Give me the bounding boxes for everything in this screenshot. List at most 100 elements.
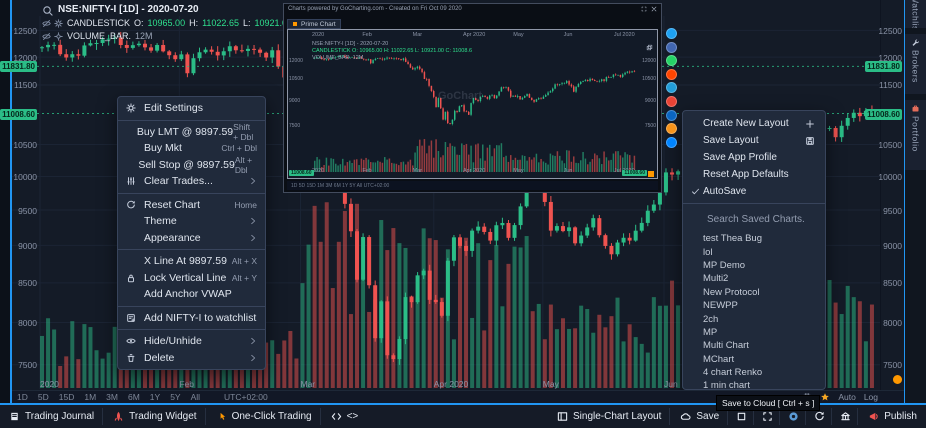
menu-item-hide-unhide[interactable]: Hide/Unhide (118, 333, 265, 350)
saved-chart-item[interactable]: test Thea Bug (683, 232, 825, 245)
menu-item-label: Delete (144, 352, 249, 364)
visibility-off-icon[interactable] (42, 32, 51, 41)
price-tick-label: 9500 (883, 206, 902, 216)
saved-chart-item[interactable]: MChart (683, 353, 825, 366)
layout-item-label: Save Layout (703, 135, 805, 146)
bottom-single-chart-layout-button[interactable]: Single-Chart Layout (549, 408, 670, 425)
layout-menu-item-reset-app-defaults[interactable]: Reset App Defaults (683, 166, 825, 183)
star-icon[interactable] (820, 392, 830, 402)
bottom-toolbar-left: Trading Journal Trading WidgetOne-Click T… (0, 405, 367, 428)
ohlc-h-value: 11022.65 (202, 17, 239, 29)
menu-item-lock-vertical-line[interactable]: Lock Vertical LineAlt + Y (118, 270, 265, 287)
menu-item-delete[interactable]: Delete (118, 350, 265, 367)
menu-item-reset-chart[interactable]: Reset ChartHome (118, 197, 265, 214)
preview-price-tick: 7500 (645, 123, 656, 129)
price-axis-right[interactable]: 1250012000115001050010000950090008500800… (881, 0, 904, 390)
bottom-trading-widget-button[interactable]: Trading Widget (105, 408, 205, 425)
saved-charts-search-input[interactable] (705, 213, 815, 226)
share-messenger-icon[interactable] (666, 137, 677, 148)
timeframe-button-1d[interactable]: 1D (12, 392, 33, 402)
bottom--button[interactable]: <> (323, 408, 367, 425)
layout-menu-item-autosave[interactable]: AutoSave (683, 183, 825, 200)
preview-legend: NSE:NIFTY-I [1D] - 2020-07-20 CANDLESTIC… (312, 41, 472, 62)
layout-item-action-icon (805, 136, 815, 146)
time-tick-label: 2020 (40, 379, 59, 389)
share-mail-icon[interactable] (666, 96, 677, 107)
layout-menu-item-create-new-layout[interactable]: Create New Layout (683, 115, 825, 132)
menu-item-add-nifty-i-to-watchlist[interactable]: Add NIFTY-I to watchlist (118, 310, 265, 327)
price-tick-label: 12500 (878, 26, 902, 36)
side-tab-brokers[interactable]: Brokers (905, 34, 926, 94)
bottom-one-click-trading-button[interactable]: One-Click Trading (208, 408, 321, 425)
saved-chart-item[interactable]: MP Demo (683, 259, 825, 272)
gear-icon[interactable] (54, 19, 63, 28)
bottom-button-label: Trading Journal (25, 411, 94, 422)
menu-item-shortcut: Alt + X (232, 256, 257, 266)
menu-item-icon-box (126, 336, 144, 346)
log-scale-toggle[interactable]: Log (864, 392, 878, 402)
share-facebook-icon[interactable] (666, 42, 677, 53)
saved-chart-item[interactable]: Multi2 (683, 272, 825, 285)
menu-item-label: Clear Trades... (144, 175, 249, 187)
menu-item-buy-lmt-9897-59[interactable]: Buy LMT @ 9897.59Shift + Dbl (118, 124, 265, 141)
share-linkedin-icon[interactable] (666, 110, 677, 121)
price-axis-left[interactable]: 1250012000115001050010000950090008500800… (10, 0, 39, 390)
menu-item-sell-stop-9897-59[interactable]: Sell Stop @ 9897.59Alt + Dbl (118, 157, 265, 174)
saved-chart-item[interactable]: NEWPP (683, 299, 825, 312)
bottom-publish-button[interactable]: Publish (860, 408, 925, 425)
side-tab-label: Brokers (911, 50, 921, 83)
menu-item-edit-settings[interactable]: Edit Settings (118, 100, 265, 117)
price-tick-label: 10000 (878, 172, 902, 182)
bank-button[interactable] (834, 408, 858, 425)
gear-icon[interactable] (54, 32, 63, 41)
timeframe-button-3m[interactable]: 3M (101, 392, 123, 402)
layout-menu-item-save-layout[interactable]: Save Layout (683, 132, 825, 149)
timeframe-button-1m[interactable]: 1M (79, 392, 101, 402)
timeframe-button-all[interactable]: All (186, 392, 205, 402)
preview-time-tick: Feb (362, 32, 371, 38)
share-twitter-icon[interactable] (666, 28, 677, 39)
layout-item-label: AutoSave (703, 186, 815, 197)
saved-chart-item[interactable]: Multi Chart (683, 339, 825, 352)
preview-time-tick: Apr 2020 (463, 32, 485, 38)
saved-charts-search[interactable] (683, 208, 825, 230)
timeframe-button-1y[interactable]: 1Y (145, 392, 165, 402)
ohlc-o-value: 10965.00 (148, 17, 186, 29)
menu-item-clear-trades[interactable]: Clear Trades... (118, 173, 265, 190)
timeframe-button-15d[interactable]: 15D (54, 392, 80, 402)
layout-item-label: Create New Layout (703, 118, 805, 129)
layout-menu-item-save-app-profile[interactable]: Save App Profile (683, 149, 825, 166)
preview-time-tick: May (513, 168, 523, 174)
side-tab-portfolio[interactable]: Portfolio (905, 100, 926, 170)
saved-chart-item[interactable]: 4 chart Renko (683, 366, 825, 379)
close-icon[interactable] (651, 6, 657, 12)
timeframe-button-5y[interactable]: 5Y (165, 392, 185, 402)
saved-chart-item[interactable]: New Protocol (683, 286, 825, 299)
share-whatsapp-icon[interactable] (666, 55, 677, 66)
timezone-button[interactable]: UTC+02:00 (219, 392, 273, 402)
symbol-title: NSE:NIFTY-I [1D] - 2020-07-20 (58, 4, 199, 16)
magnifier-icon[interactable] (42, 5, 53, 16)
visibility-off-icon[interactable] (42, 19, 51, 28)
eye-icon (126, 336, 136, 346)
preview-tab[interactable]: Prime Chart (287, 19, 341, 29)
timeframe-button-5d[interactable]: 5D (33, 392, 54, 402)
expand-icon[interactable] (641, 6, 647, 12)
menu-item-x-line-at-9897-59[interactable]: X Line At 9897.59Alt + X (118, 253, 265, 270)
bottom-trading-journal-button[interactable]: Trading Journal (1, 408, 103, 425)
copy-icon[interactable] (646, 44, 653, 51)
saved-chart-item[interactable]: lol (683, 245, 825, 258)
auto-scale-toggle[interactable]: Auto (838, 392, 856, 402)
trading-app: 1250012000115001050010000950090008500800… (0, 0, 926, 428)
menu-item-add-anchor-vwap[interactable]: Add Anchor VWAP (118, 286, 265, 303)
menu-item-theme[interactable]: Theme (118, 213, 265, 230)
timeframe-button-6m[interactable]: 6M (123, 392, 145, 402)
saved-chart-item[interactable]: MP (683, 326, 825, 339)
share-telegram-icon[interactable] (666, 82, 677, 93)
share-instagram-icon[interactable] (666, 123, 677, 134)
side-tab-watchlist[interactable]: Watchlist (905, 0, 926, 28)
price-tick-label: 12500 (13, 26, 37, 36)
menu-item-appearance[interactable]: Appearance (118, 230, 265, 247)
share-reddit-icon[interactable] (666, 69, 677, 80)
saved-chart-item[interactable]: 2ch (683, 312, 825, 325)
